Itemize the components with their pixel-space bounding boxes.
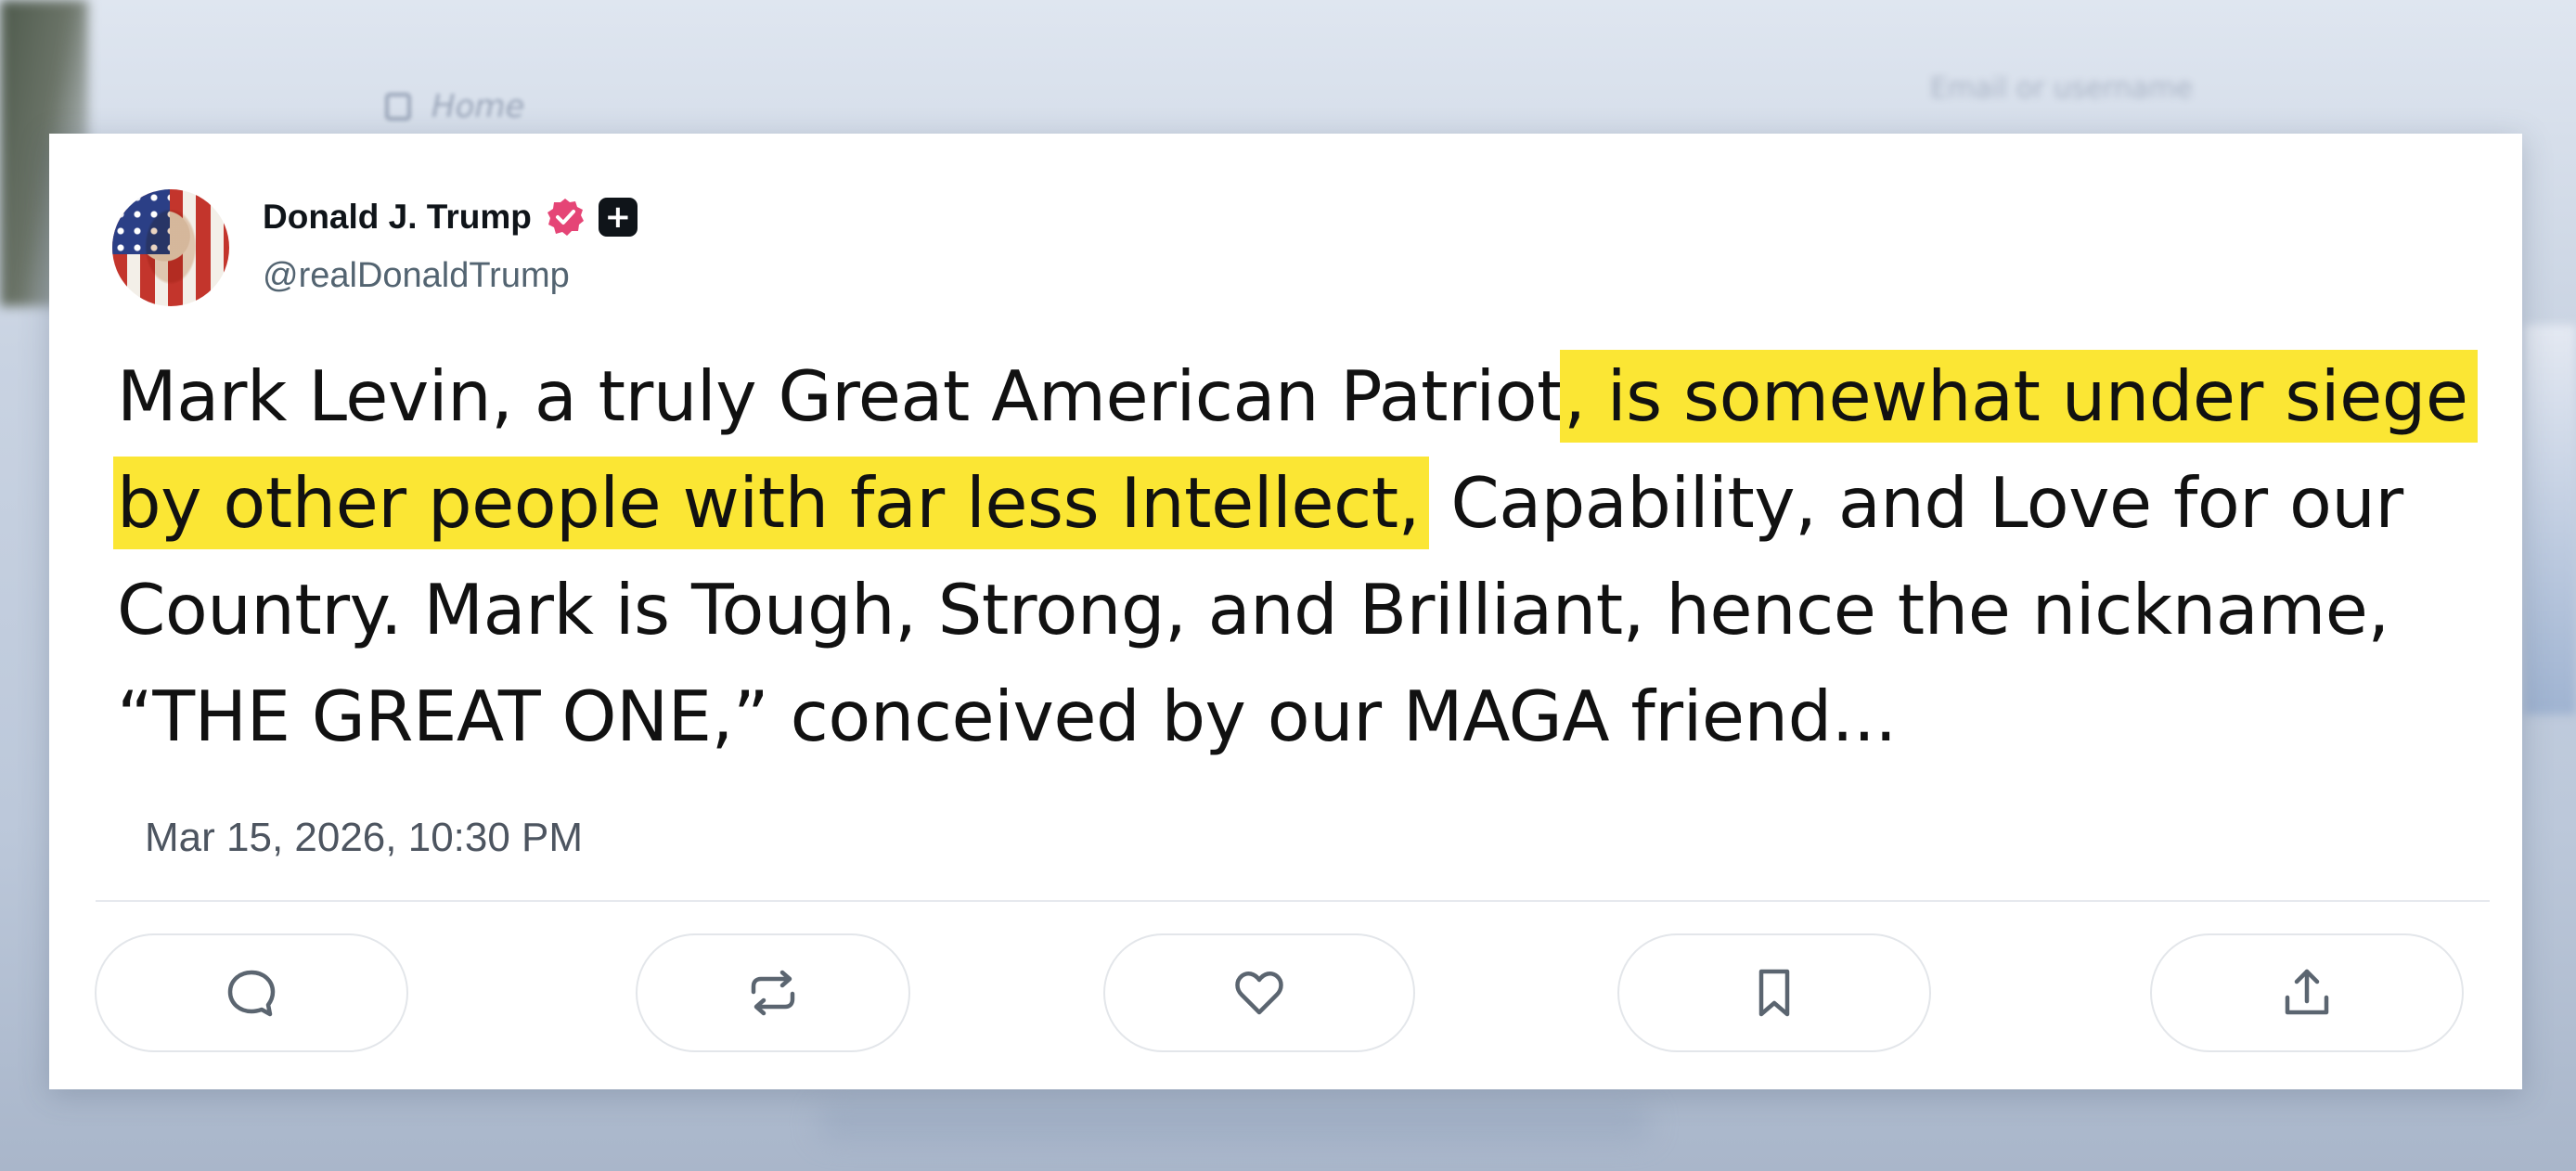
- post-timestamp[interactable]: Mar 15, 2026, 10:30 PM: [145, 815, 583, 861]
- share-icon: [2285, 969, 2329, 1015]
- home-icon: [385, 93, 411, 121]
- like-button[interactable]: [1103, 933, 1415, 1052]
- author-name-row: Donald J. Trump +: [263, 197, 638, 238]
- post-text: Mark Levin, a truly Great American Patri…: [113, 343, 2492, 770]
- background-blur: [817, 1104, 1652, 1141]
- plus-badge-icon: +: [598, 198, 638, 237]
- author-handle[interactable]: @realDonaldTrump: [263, 256, 570, 296]
- divider: [96, 900, 2490, 902]
- background-nav-home-label: Home: [431, 88, 525, 125]
- verified-badge-icon: [547, 199, 584, 236]
- author-display-name[interactable]: Donald J. Trump: [263, 198, 532, 237]
- repost-icon: [751, 970, 795, 1016]
- share-button[interactable]: [2150, 933, 2464, 1052]
- repost-button[interactable]: [636, 933, 910, 1052]
- background-email-field: Email or username: [1930, 72, 2193, 105]
- heart-icon: [1235, 971, 1283, 1015]
- background-side-panel: [2524, 325, 2576, 714]
- bookmark-button[interactable]: [1617, 933, 1931, 1052]
- post-card: Donald J. Trump + @realDonaldTrump Mark …: [49, 134, 2522, 1089]
- reply-button[interactable]: [95, 933, 408, 1052]
- background-nav-home: Home: [385, 88, 524, 125]
- bookmark-icon: [1758, 969, 1790, 1017]
- reply-icon: [227, 970, 276, 1017]
- post-text-part-1: Mark Levin, a truly Great American Patri…: [117, 355, 1565, 437]
- avatar[interactable]: [112, 189, 229, 306]
